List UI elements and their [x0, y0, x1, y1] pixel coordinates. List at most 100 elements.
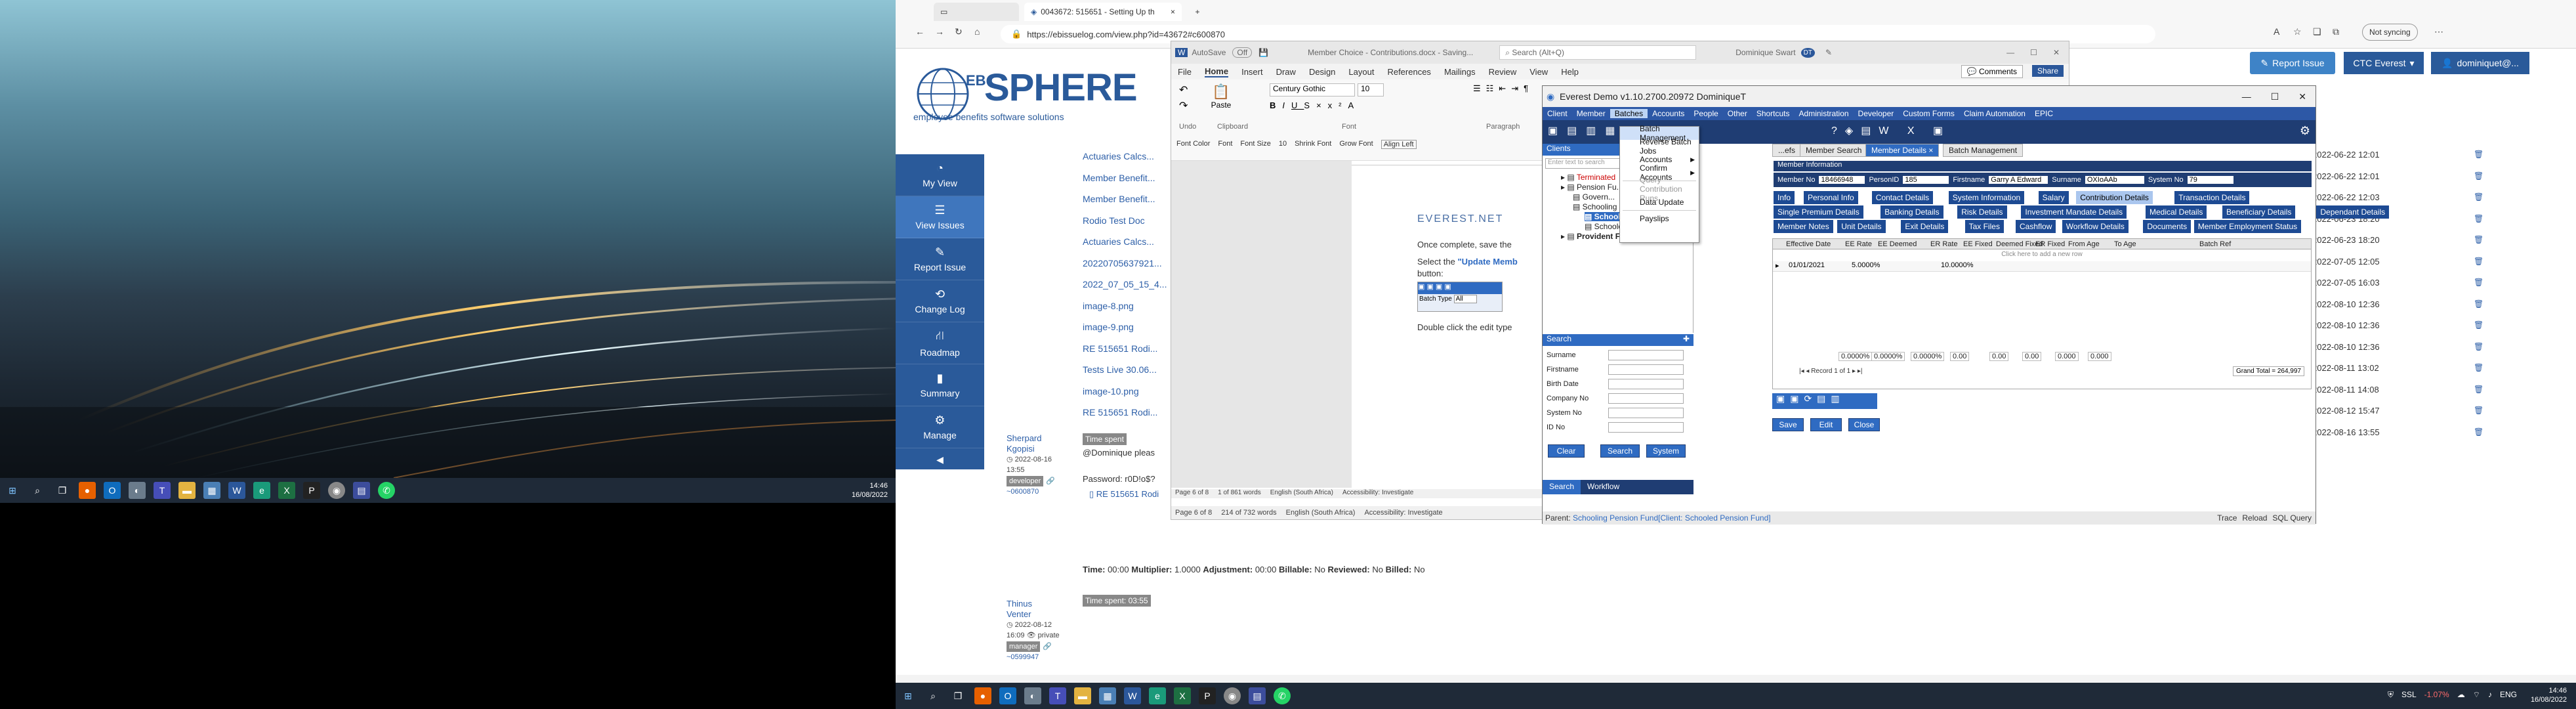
- language-indicator[interactable]: ENG: [2500, 690, 2517, 700]
- menu-people[interactable]: People: [1689, 109, 1722, 118]
- redo-icon[interactable]: ↷: [1179, 99, 1188, 112]
- column-header[interactable]: To Age: [2114, 240, 2136, 248]
- ssl-label[interactable]: SSL: [2401, 690, 2417, 700]
- tab-documents[interactable]: Documents: [2143, 220, 2192, 233]
- status-language[interactable]: English (South Africa): [1286, 509, 1356, 517]
- status-accessibility[interactable]: Accessibility: Investigate: [1364, 509, 1442, 517]
- close-icon[interactable]: ✕: [2298, 91, 2306, 102]
- person-id-field[interactable]: 185: [1903, 176, 1949, 184]
- tab-tax-files[interactable]: Tax Files: [1964, 220, 2004, 233]
- menu-claim-automation[interactable]: Claim Automation: [1959, 109, 2030, 118]
- search-field-input[interactable]: [1608, 350, 1684, 360]
- tab-member-employment-status[interactable]: Member Employment Status: [2193, 220, 2302, 233]
- word-menu-design[interactable]: Design: [1309, 67, 1335, 77]
- tab-contact-details[interactable]: Contact Details: [1871, 191, 1934, 204]
- attachment-link[interactable]: 20220705637921...: [1083, 258, 1162, 269]
- forward-icon[interactable]: →: [935, 26, 944, 37]
- pin-icon[interactable]: ✚: [1683, 334, 1690, 343]
- word-icon[interactable]: W: [228, 482, 245, 499]
- surname-field[interactable]: OXIoAAb: [2085, 176, 2144, 184]
- search-field-input[interactable]: [1608, 408, 1684, 418]
- trash-icon[interactable]: 🗑: [2474, 299, 2483, 309]
- refresh-icon[interactable]: ↻: [955, 26, 963, 37]
- reload-link[interactable]: Reload: [2242, 513, 2267, 523]
- attachment-link[interactable]: RE 515651 Rodi...: [1083, 343, 1157, 354]
- menu-shortcuts[interactable]: Shortcuts: [1752, 109, 1795, 118]
- system-button[interactable]: System: [1646, 444, 1686, 458]
- paragraph-buttons[interactable]: ☰☷⇤⇥¶: [1473, 83, 1533, 94]
- file-explorer-icon[interactable]: ▬: [178, 482, 196, 499]
- user-avatar[interactable]: DT: [1800, 47, 1815, 58]
- cloud-icon[interactable]: ☁: [2457, 690, 2465, 700]
- font-size-select[interactable]: 10: [1358, 83, 1384, 97]
- close-icon[interactable]: ✕: [2053, 48, 2060, 57]
- collapse-sidebar[interactable]: ◀: [896, 448, 984, 472]
- tree-node[interactable]: ▤ Govern...: [1573, 192, 1615, 202]
- word-icon[interactable]: W: [1124, 687, 1141, 704]
- app-icon[interactable]: P: [303, 482, 320, 499]
- tab-member-notes[interactable]: Member Notes: [1774, 220, 1833, 233]
- trash-icon[interactable]: 🗑: [2474, 427, 2483, 437]
- firefox-icon[interactable]: ●: [79, 482, 96, 499]
- nav-manage[interactable]: ⚙ Manage: [896, 406, 984, 448]
- sql-query-link[interactable]: SQL Query: [2272, 513, 2312, 523]
- column-header[interactable]: ER Fixed: [2035, 240, 2065, 248]
- outlook-icon[interactable]: O: [999, 687, 1016, 704]
- tab-risk-details[interactable]: Risk Details: [1957, 205, 2007, 219]
- font-button[interactable]: Font: [1218, 140, 1232, 149]
- autosave-toggle[interactable]: Off: [1232, 47, 1253, 58]
- nav-view-issues[interactable]: ☰ View Issues: [896, 196, 984, 238]
- firstname-field[interactable]: Garry A Edward: [1989, 176, 2048, 184]
- comments-button[interactable]: 💬 Comments: [1961, 65, 2023, 78]
- tab-transaction-details[interactable]: Transaction Details: [2174, 191, 2250, 204]
- teams-icon[interactable]: T: [1049, 687, 1066, 704]
- close-tab-icon[interactable]: ×: [1928, 146, 1933, 155]
- volume-icon[interactable]: ♪: [2488, 690, 2492, 700]
- search-field-input[interactable]: [1608, 422, 1684, 433]
- trace-link[interactable]: Trace: [2217, 513, 2237, 523]
- edge-icon[interactable]: e: [1149, 687, 1166, 704]
- attachment-link[interactable]: Actuaries Calcs...: [1083, 151, 1154, 161]
- taskbar-clock-right[interactable]: 14:46 16/08/2022: [2531, 686, 2567, 704]
- word-menu-mailings[interactable]: Mailings: [1444, 67, 1476, 77]
- author-last[interactable]: Kgopisi: [1007, 444, 1055, 454]
- menu-batches[interactable]: Batches: [1610, 109, 1648, 118]
- menu-custom-forms[interactable]: Custom Forms: [1898, 109, 1959, 118]
- pen-icon[interactable]: ✎: [1825, 48, 1832, 57]
- tab-medical-details[interactable]: Medical Details: [2146, 205, 2207, 219]
- save-button[interactable]: Save: [1772, 418, 1804, 431]
- column-header[interactable]: Batch Ref: [2199, 240, 2231, 248]
- back-icon[interactable]: ←: [915, 26, 924, 37]
- outlook-icon[interactable]: O: [104, 482, 121, 499]
- windows-start-icon[interactable]: ⊞: [4, 482, 21, 499]
- report-issue-button[interactable]: ✎ Report Issue: [2250, 52, 2335, 74]
- tab-workflow[interactable]: Workflow: [1581, 480, 1626, 494]
- menu-item-payslips[interactable]: Payslips: [1620, 212, 1699, 225]
- nav-report-issue[interactable]: ✎ Report Issue: [896, 238, 984, 280]
- search-button[interactable]: Search: [1600, 444, 1640, 458]
- font-name-select[interactable]: Century Gothic: [1270, 83, 1355, 97]
- market-change[interactable]: -1.07%: [2424, 690, 2449, 700]
- menu-member[interactable]: Member: [1572, 109, 1610, 118]
- tab-salary[interactable]: Salary: [2038, 191, 2069, 204]
- word-menu-home[interactable]: Home: [1204, 66, 1229, 77]
- word-menu-references[interactable]: References: [1387, 67, 1430, 77]
- tab-beneficiary-details[interactable]: Beneficiary Details: [2222, 205, 2296, 219]
- tab-investment-mandate-details[interactable]: Investment Mandate Details: [2021, 205, 2127, 219]
- clear-button[interactable]: Clear: [1548, 444, 1585, 458]
- nav-arrows[interactable]: |◂ ◂: [1799, 368, 1811, 375]
- tree-node[interactable]: ▸ ▤ Pension Fu...: [1561, 183, 1623, 192]
- column-header[interactable]: From Age: [2068, 240, 2100, 248]
- column-header[interactable]: Effective Date: [1786, 240, 1831, 248]
- menu-item-reverse-batch-jobs[interactable]: Reverse Batch Jobs: [1620, 137, 1699, 156]
- app-icon[interactable]: ◐: [129, 482, 146, 499]
- row-expand-icon[interactable]: ▸: [1776, 261, 1779, 270]
- toolbar-icons-right[interactable]: ?◈▤W X ▣: [1831, 124, 1951, 137]
- attachment-link[interactable]: RE 515651 Rodi...: [1083, 407, 1157, 418]
- shrink-font-button[interactable]: Shrink Font: [1295, 140, 1331, 149]
- task-view-icon[interactable]: ❐: [54, 482, 71, 499]
- tab-cashflow[interactable]: Cashflow: [2016, 220, 2056, 233]
- trash-icon[interactable]: 🗑: [2474, 257, 2483, 266]
- doc-tab-member-search[interactable]: Member Search: [1800, 144, 1868, 157]
- font-format-buttons[interactable]: BIUS×x²A: [1270, 100, 1360, 110]
